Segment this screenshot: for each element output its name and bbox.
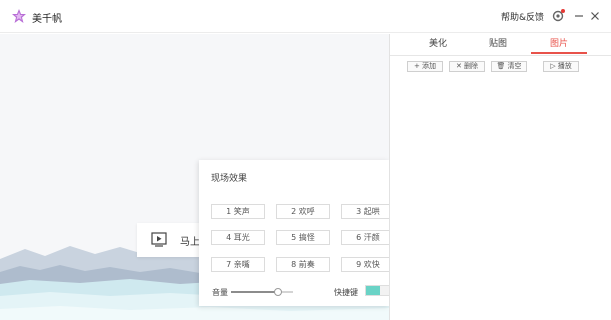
- volume-slider[interactable]: [231, 288, 293, 296]
- add-image-button[interactable]: + 添加: [407, 61, 443, 72]
- play-screen-icon: [151, 232, 167, 247]
- effects-panel-title: 现场效果: [211, 174, 248, 184]
- tab-images[interactable]: 图片: [531, 35, 587, 53]
- effect-button-7[interactable]: 7 亲嘴: [211, 257, 265, 272]
- tab-divider: [390, 55, 611, 56]
- shortcut-toggle[interactable]: [365, 285, 389, 296]
- minimize-icon[interactable]: [572, 9, 586, 23]
- delete-image-button[interactable]: ✕ 删除: [449, 61, 485, 72]
- effect-button-4[interactable]: 4 耳光: [211, 230, 265, 245]
- effect-button-8[interactable]: 8 前奏: [276, 257, 330, 272]
- right-side-panel: 美化 贴图 图片 + 添加 ✕ 删除 🗑 清空 ▷ 播放: [389, 34, 611, 320]
- shortcut-label: 快捷键: [334, 288, 358, 297]
- tab-beautify[interactable]: 美化: [410, 35, 466, 53]
- clear-images-button[interactable]: 🗑 清空: [491, 61, 527, 72]
- notification-dot: [561, 9, 565, 13]
- live-effects-panel: 现场效果 1 笑声 2 欢呼 3 起哄 4 耳光 5 搞怪 6 汗颜 7 亲嘴 …: [199, 160, 389, 306]
- star-logo-icon: [12, 9, 26, 23]
- effect-button-6[interactable]: 6 汗颜: [341, 230, 389, 245]
- help-feedback-link[interactable]: 帮助&反馈: [501, 10, 544, 23]
- effect-button-3[interactable]: 3 起哄: [341, 204, 389, 219]
- active-tab-underline: [531, 52, 587, 54]
- start-live-label: 马上: [180, 237, 200, 248]
- volume-label: 音量: [212, 288, 228, 297]
- effect-button-2[interactable]: 2 欢呼: [276, 204, 330, 219]
- play-images-button[interactable]: ▷ 播放: [543, 61, 579, 72]
- shortcut-toggle-indicator: [366, 286, 380, 295]
- preview-stage: 马上 现场效果 1 笑声 2 欢呼 3 起哄 4 耳光 5 搞怪 6 汗颜 7 …: [0, 34, 389, 320]
- effect-button-1[interactable]: 1 笑声: [211, 204, 265, 219]
- title-bar: 美千帆 帮助&反馈: [0, 0, 611, 33]
- volume-slider-knob[interactable]: [273, 288, 282, 296]
- start-live-card[interactable]: 马上: [137, 223, 200, 257]
- app-title: 美千帆: [32, 14, 62, 25]
- volume-slider-fill: [231, 291, 278, 293]
- close-window-icon[interactable]: [588, 9, 602, 23]
- effect-button-9[interactable]: 9 欢快: [341, 257, 389, 272]
- tab-stickers[interactable]: 贴图: [470, 35, 526, 53]
- effect-button-5[interactable]: 5 搞怪: [276, 230, 330, 245]
